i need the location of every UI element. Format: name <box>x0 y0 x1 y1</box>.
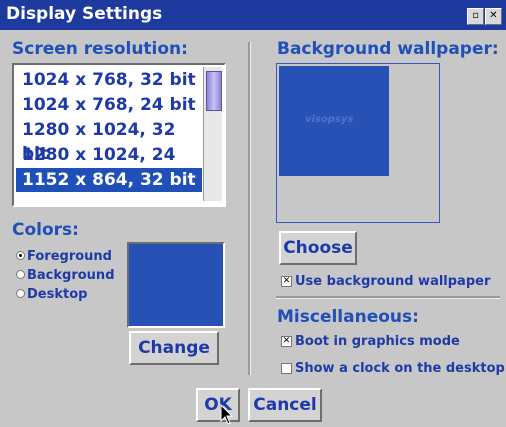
colors-label: Colors: <box>12 220 79 240</box>
radio-icon <box>16 270 25 279</box>
resolution-scrollbar[interactable] <box>203 67 222 201</box>
title-bar[interactable]: Display Settings ▫ ✕ <box>0 0 506 30</box>
clock-label: Show a clock on the desktop <box>295 361 505 376</box>
checkbox-unchecked-icon <box>281 363 292 374</box>
screen-resolution-label: Screen resolution: <box>12 39 188 59</box>
horizontal-divider <box>276 296 500 299</box>
checkbox-checked-icon: ✕ <box>281 336 292 347</box>
color-swatch <box>127 242 225 328</box>
radio-background-label: Background <box>27 268 115 283</box>
radio-foreground-label: Foreground <box>27 249 112 264</box>
cancel-button[interactable]: Cancel <box>248 388 322 422</box>
checkbox-checked-icon: ✕ <box>281 276 292 287</box>
resolution-list[interactable]: 1024 x 768, 32 bit 1024 x 768, 24 bit 12… <box>12 63 226 207</box>
use-wallpaper-checkbox[interactable]: ✕ Use background wallpaper <box>281 274 490 289</box>
close-button[interactable]: ✕ <box>485 8 502 25</box>
scroll-thumb[interactable] <box>206 71 222 111</box>
background-wallpaper-label: Background wallpaper: <box>277 39 499 59</box>
wallpaper-watermark: visopsys <box>305 114 354 125</box>
radio-desktop[interactable]: Desktop <box>16 287 87 302</box>
list-item[interactable]: 1280 x 1024, 24 bit <box>16 143 202 189</box>
radio-background[interactable]: Background <box>16 268 115 283</box>
vertical-divider <box>248 42 251 375</box>
list-item-selected[interactable]: 1152 x 864, 32 bit <box>16 168 202 192</box>
choose-button[interactable]: Choose <box>279 231 357 265</box>
radio-selected-icon <box>16 251 25 260</box>
list-item[interactable]: 1024 x 768, 24 bit <box>16 93 202 117</box>
list-item[interactable]: 1024 x 768, 32 bit <box>16 68 202 92</box>
list-item[interactable]: 1280 x 1024, 32 bit <box>16 118 202 164</box>
clock-checkbox[interactable]: Show a clock on the desktop <box>281 361 505 376</box>
mouse-pointer-icon <box>220 404 234 425</box>
wallpaper-preview-image: visopsys <box>279 66 389 176</box>
radio-foreground[interactable]: Foreground <box>16 249 112 264</box>
boot-graphics-checkbox[interactable]: ✕ Boot in graphics mode <box>281 334 460 349</box>
window-title: Display Settings <box>6 4 163 24</box>
radio-icon <box>16 289 25 298</box>
display-settings-window: Display Settings ▫ ✕ Screen resolution: … <box>0 0 506 427</box>
boot-graphics-label: Boot in graphics mode <box>295 334 460 349</box>
minimize-button[interactable]: ▫ <box>467 8 484 25</box>
radio-desktop-label: Desktop <box>27 287 88 302</box>
miscellaneous-label: Miscellaneous: <box>277 307 419 327</box>
change-button[interactable]: Change <box>129 331 219 365</box>
wallpaper-preview-frame: visopsys <box>276 63 440 223</box>
use-wallpaper-label: Use background wallpaper <box>295 274 491 289</box>
